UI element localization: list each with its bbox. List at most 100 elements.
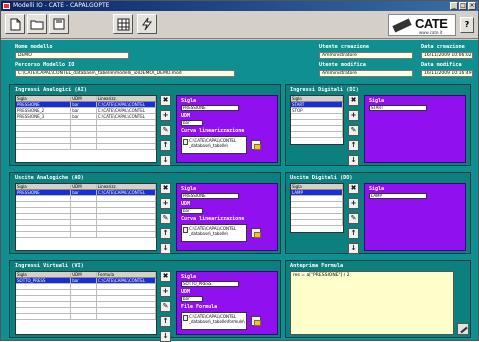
delete-button[interactable]: ✖ [160,95,171,106]
sigla-input[interactable]: PRESSIONE [181,193,239,199]
ingressi-virtuali-actions: ✖ + ✎ ↑ ↓ [160,271,171,342]
column-header-sigla[interactable]: Sigla [16,96,72,101]
edit-button[interactable]: ✎ [160,301,171,312]
add-button[interactable]: + [160,198,171,209]
save-icon [53,18,65,30]
sigla-input[interactable]: LAMP [369,193,427,199]
browse-folder-icon[interactable] [251,228,261,238]
anteprima-formula-panel: Anteprima Formula res = a["PRESSIONE"] /… [285,260,471,338]
edit-formula-button[interactable] [457,323,469,335]
open-button[interactable] [27,14,47,34]
ingressi-analogici-panel: Ingressi Analogici (AI) Sigla UDM Linear… [9,84,281,166]
ingressi-analogici-actions: ✖ + ✎ ↑ ↓ [160,95,171,166]
cate-logo: CATE www.cate.it [388,14,456,36]
column-header-sigla[interactable]: Sigla [16,272,72,277]
formula-preview: res = a["PRESSIONE"] / 2 [290,271,454,335]
grid-icon [117,18,129,30]
column-header-sigla[interactable]: Sigla [16,184,72,189]
help-button[interactable]: ? [460,17,474,33]
cell-sigla: PRESSIONE_3 [16,114,72,119]
uscite-analogiche-detail: Sigla PRESSIONE UDM bar Curva linearizza… [176,183,278,251]
move-down-button[interactable]: ↓ [160,243,171,254]
sigla-input[interactable]: START [369,105,427,111]
curva-path-field[interactable]: C:\CATE\CAPAL\CONTEL _database\_tabelle\ [181,224,247,242]
maximize-button[interactable]: □ [459,2,467,10]
sigla-input[interactable]: SOTTO_PRESS [181,281,239,287]
udm-input[interactable]: bar [181,208,203,214]
curva-label: Curva linearizzazione [181,216,245,222]
column-header-udm[interactable]: UDM [71,96,97,101]
cell-linearizz: C:\CATE\CAPAL\CONTEL [97,190,156,195]
edit-button[interactable]: ✎ [160,213,171,224]
delete-button[interactable]: ✖ [348,183,359,194]
add-button[interactable]: + [160,110,171,121]
move-up-button[interactable]: ↑ [348,140,359,151]
percorso-modello-label: Percorso Modello IO [15,62,75,68]
minimize-button[interactable]: _ [450,2,458,10]
table-row[interactable] [16,232,156,238]
uscite-analogiche-table[interactable]: Sigla UDM Linearizz. PRESSIONE bar C:\CA… [15,183,157,251]
move-down-button[interactable]: ↓ [160,331,171,342]
edit-button[interactable]: ✎ [160,125,171,136]
udm-input[interactable]: bar [181,120,203,126]
column-header-udm[interactable]: UDM [71,272,97,277]
add-button[interactable]: + [348,110,359,121]
column-header-linearizz[interactable]: Linearizz. [97,96,156,101]
save-button[interactable] [49,14,69,34]
column-header-sigla[interactable]: Sigla [291,96,343,101]
grid-button[interactable] [113,14,133,34]
delete-button[interactable]: ✖ [160,183,171,194]
move-up-button[interactable]: ↑ [160,316,171,327]
ingressi-analogici-table[interactable]: Sigla UDM Linearizz. PRESSIONE bar C:\CA… [15,95,157,163]
column-header-formula[interactable]: Formula [97,272,156,277]
column-header-udm[interactable]: UDM [71,184,97,189]
table-row[interactable] [291,220,343,226]
sigla-input[interactable]: PRESSIONE [181,105,239,111]
data-modifica-label: Data modifica [421,62,462,68]
cell-sigla: PRESSIONE [16,102,72,107]
lightning-button[interactable] [137,14,157,34]
ingressi-digitali-table[interactable]: Sigla START STOP [290,95,344,145]
uscite-analogiche-panel: Uscite Analogiche (AO) Sigla UDM Lineari… [9,172,281,254]
document-icon [183,227,188,233]
move-down-button[interactable]: ↓ [160,155,171,166]
percorso-modello-field[interactable]: C:\CATE\CAPAL\CONTEL_database\_tabelle\m… [15,70,235,77]
move-down-button[interactable]: ↓ [348,243,359,254]
table-row[interactable] [291,132,343,138]
delete-button[interactable]: ✖ [348,95,359,106]
file-formula-path-text: C:\CATE\CAPAL\CONTEL _database\_tabelle\… [189,314,245,324]
curva-path-text: C:\CATE\CAPAL\CONTEL _database\_tabelle\ [189,226,237,236]
table-row[interactable] [16,314,156,320]
udm-input[interactable]: bar [181,296,203,302]
edit-button[interactable]: ✎ [348,125,359,136]
move-down-button[interactable]: ↓ [348,155,359,166]
utente-modifica-field: Amministratore [319,70,413,77]
uscite-digitali-table[interactable]: Sigla LAMP [290,183,344,233]
column-header-linearizz[interactable]: Linearizz. [97,184,156,189]
move-up-button[interactable]: ↑ [348,228,359,239]
browse-folder-icon[interactable] [251,140,261,150]
logo-brand: CATE [415,16,448,31]
sigla-label: Sigla [181,274,197,280]
move-up-button[interactable]: ↑ [160,140,171,151]
close-window-button[interactable]: × [468,2,476,10]
curva-path-text: C:\CATE\CAPAL\CONTEL _database\_tabelle\ [189,138,237,148]
add-button[interactable]: + [348,198,359,209]
file-formula-path-field[interactable]: C:\CATE\CAPAL\CONTEL _database\_tabelle\… [181,312,247,330]
cell-sigla: STOP [291,108,343,113]
nome-modello-field[interactable]: DEMO [15,52,129,59]
edit-button[interactable]: ✎ [348,213,359,224]
document-icon [183,139,188,145]
move-up-button[interactable]: ↑ [160,228,171,239]
delete-button[interactable]: ✖ [160,271,171,282]
new-document-button[interactable] [5,14,25,34]
browse-folder-icon[interactable] [251,316,261,326]
ingressi-digitali-title: Ingressi Digitali (DI) [290,87,359,93]
ingressi-virtuali-table[interactable]: Sigla UDM Formula SOTTO_PRESS bar C:\CAT… [15,271,157,335]
uscite-analogiche-actions: ✖ + ✎ ↑ ↓ [160,183,171,254]
table-row[interactable] [16,144,156,150]
add-button[interactable]: + [160,286,171,297]
udm-label: UDM [181,113,191,119]
curva-path-field[interactable]: C:\CATE\CAPAL\CONTEL _database\_tabelle\ [181,136,247,154]
column-header-sigla[interactable]: Sigla [291,184,343,189]
